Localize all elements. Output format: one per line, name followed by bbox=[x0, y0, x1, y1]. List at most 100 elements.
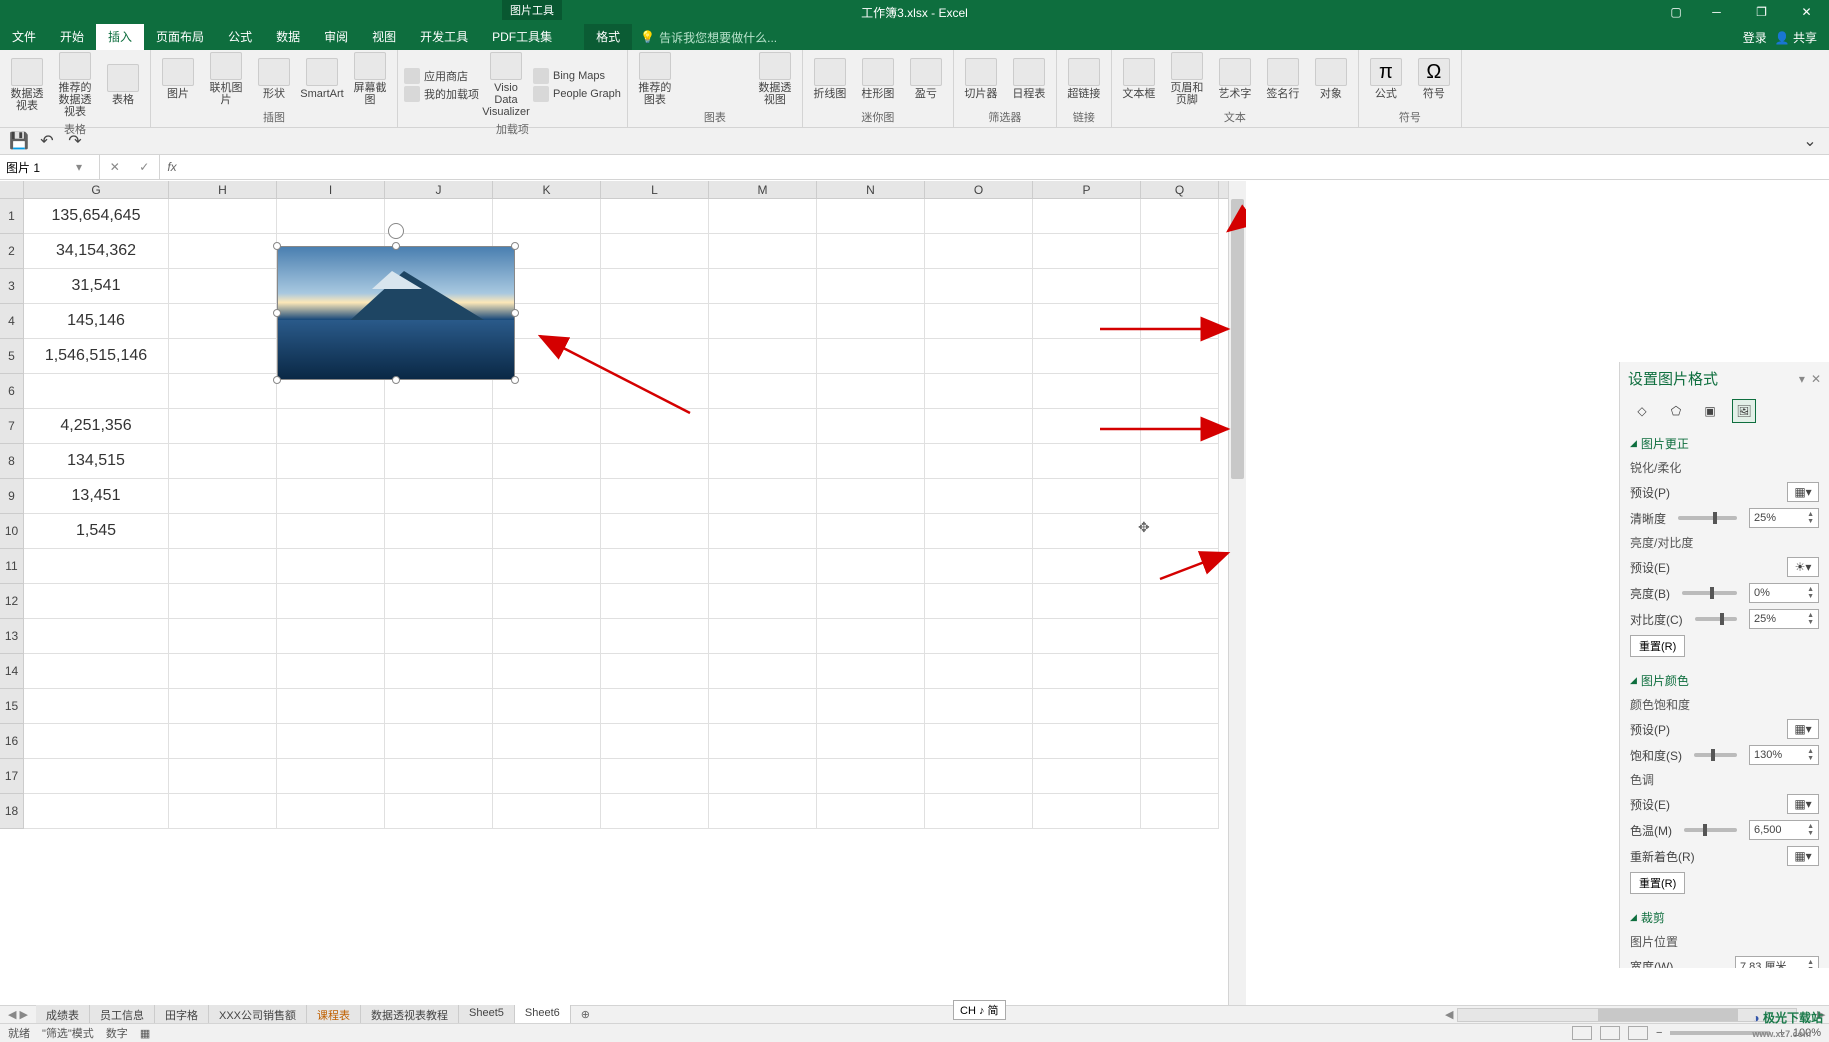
recolor-dropdown[interactable]: ▦▾ bbox=[1787, 846, 1819, 866]
cell[interactable] bbox=[925, 234, 1033, 269]
column-header[interactable]: G bbox=[24, 181, 169, 198]
cell[interactable] bbox=[493, 794, 601, 829]
cell[interactable] bbox=[24, 759, 169, 794]
cell[interactable] bbox=[1033, 724, 1141, 759]
row-header[interactable]: 1 bbox=[0, 199, 24, 234]
cell[interactable] bbox=[817, 794, 925, 829]
cell[interactable] bbox=[169, 339, 277, 374]
contrast-value[interactable]: 25%▲▼ bbox=[1749, 609, 1819, 629]
cell[interactable] bbox=[817, 724, 925, 759]
brightness-slider[interactable] bbox=[1682, 591, 1737, 595]
temperature-slider[interactable] bbox=[1684, 828, 1737, 832]
cell[interactable] bbox=[709, 584, 817, 619]
cell[interactable]: 134,515 bbox=[24, 444, 169, 479]
cell[interactable] bbox=[925, 374, 1033, 409]
hscroll-left[interactable]: ◀ bbox=[1445, 1008, 1457, 1021]
cell[interactable] bbox=[1141, 234, 1219, 269]
cell[interactable] bbox=[24, 654, 169, 689]
hyperlink-button[interactable]: 超链接 bbox=[1063, 58, 1105, 100]
cell[interactable] bbox=[493, 689, 601, 724]
cell[interactable] bbox=[24, 724, 169, 759]
cell[interactable] bbox=[1141, 619, 1219, 654]
picture-icon[interactable]: 🖼 bbox=[1732, 399, 1756, 423]
sheet-nav[interactable]: ◀ ▶ bbox=[0, 1008, 36, 1021]
cell[interactable] bbox=[277, 514, 385, 549]
cell[interactable] bbox=[493, 549, 601, 584]
smartart-button[interactable]: SmartArt bbox=[301, 58, 343, 100]
worksheet-grid[interactable]: 1135,654,645234,154,362331,5414145,14651… bbox=[0, 199, 1228, 1005]
row-header[interactable]: 4 bbox=[0, 304, 24, 339]
object-button[interactable]: 对象 bbox=[1310, 58, 1352, 100]
wordart-button[interactable]: 艺术字 bbox=[1214, 58, 1256, 100]
row-header[interactable]: 18 bbox=[0, 794, 24, 829]
cell[interactable] bbox=[169, 619, 277, 654]
cell[interactable] bbox=[1141, 444, 1219, 479]
reset-button[interactable]: 重置(R) bbox=[1630, 872, 1685, 894]
width-value[interactable]: 7.83 厘米▲▼ bbox=[1735, 956, 1819, 968]
cell[interactable] bbox=[169, 444, 277, 479]
cell[interactable] bbox=[1141, 269, 1219, 304]
screenshot-button[interactable]: 屏幕截图 bbox=[349, 52, 391, 106]
cell[interactable] bbox=[277, 584, 385, 619]
formula-input[interactable] bbox=[184, 155, 1829, 179]
sparkline-winloss-button[interactable]: 盈亏 bbox=[905, 58, 947, 100]
cell[interactable] bbox=[925, 479, 1033, 514]
cell[interactable]: 34,154,362 bbox=[24, 234, 169, 269]
cell[interactable] bbox=[1141, 479, 1219, 514]
row-header[interactable]: 6 bbox=[0, 374, 24, 409]
cell[interactable] bbox=[277, 654, 385, 689]
cell[interactable] bbox=[601, 269, 709, 304]
cell[interactable] bbox=[1033, 584, 1141, 619]
sharpness-value[interactable]: 25%▲▼ bbox=[1749, 508, 1819, 528]
cell[interactable] bbox=[709, 479, 817, 514]
contrast-slider[interactable] bbox=[1695, 617, 1737, 621]
cell[interactable]: 4,251,356 bbox=[24, 409, 169, 444]
cell[interactable] bbox=[817, 549, 925, 584]
cell[interactable] bbox=[709, 654, 817, 689]
cell[interactable] bbox=[1033, 199, 1141, 234]
cell[interactable] bbox=[1033, 654, 1141, 689]
cell[interactable] bbox=[493, 444, 601, 479]
add-sheet-button[interactable]: ⊕ bbox=[571, 1008, 600, 1021]
row-header[interactable]: 11 bbox=[0, 549, 24, 584]
close-button[interactable]: ✕ bbox=[1784, 0, 1829, 24]
cell[interactable] bbox=[1033, 794, 1141, 829]
textbox-button[interactable]: 文本框 bbox=[1118, 58, 1160, 100]
cell[interactable] bbox=[169, 514, 277, 549]
column-header[interactable]: I bbox=[277, 181, 385, 198]
cell[interactable] bbox=[601, 304, 709, 339]
cell[interactable] bbox=[925, 584, 1033, 619]
cell[interactable] bbox=[817, 304, 925, 339]
section-corrections[interactable]: 图片更正 bbox=[1630, 431, 1819, 456]
cell[interactable] bbox=[1141, 339, 1219, 374]
headerfooter-button[interactable]: 页眉和页脚 bbox=[1166, 52, 1208, 106]
cell[interactable]: 135,654,645 bbox=[24, 199, 169, 234]
resize-handle[interactable] bbox=[511, 376, 519, 384]
tab-developer[interactable]: 开发工具 bbox=[408, 24, 480, 50]
sheet-tab[interactable]: 田字格 bbox=[155, 1005, 209, 1025]
cell[interactable] bbox=[709, 759, 817, 794]
cell[interactable] bbox=[601, 689, 709, 724]
cell[interactable] bbox=[1033, 304, 1141, 339]
cell[interactable] bbox=[601, 234, 709, 269]
undo-button[interactable]: ↶ bbox=[38, 132, 56, 150]
cell[interactable] bbox=[24, 619, 169, 654]
cell[interactable] bbox=[709, 619, 817, 654]
resize-handle[interactable] bbox=[273, 376, 281, 384]
cell[interactable]: 31,541 bbox=[24, 269, 169, 304]
section-crop[interactable]: 裁剪 bbox=[1630, 905, 1819, 930]
sheet-tab[interactable]: Sheet6 bbox=[515, 1005, 571, 1025]
cell[interactable] bbox=[817, 619, 925, 654]
cell[interactable] bbox=[277, 724, 385, 759]
row-header[interactable]: 17 bbox=[0, 759, 24, 794]
cell[interactable] bbox=[925, 619, 1033, 654]
cell[interactable] bbox=[601, 374, 709, 409]
cell[interactable] bbox=[1033, 514, 1141, 549]
row-header[interactable]: 14 bbox=[0, 654, 24, 689]
cell[interactable] bbox=[817, 514, 925, 549]
cell[interactable] bbox=[385, 619, 493, 654]
cell[interactable] bbox=[493, 514, 601, 549]
resize-handle[interactable] bbox=[273, 242, 281, 250]
zoom-out-button[interactable]: − bbox=[1656, 1027, 1662, 1039]
cell[interactable] bbox=[1033, 689, 1141, 724]
